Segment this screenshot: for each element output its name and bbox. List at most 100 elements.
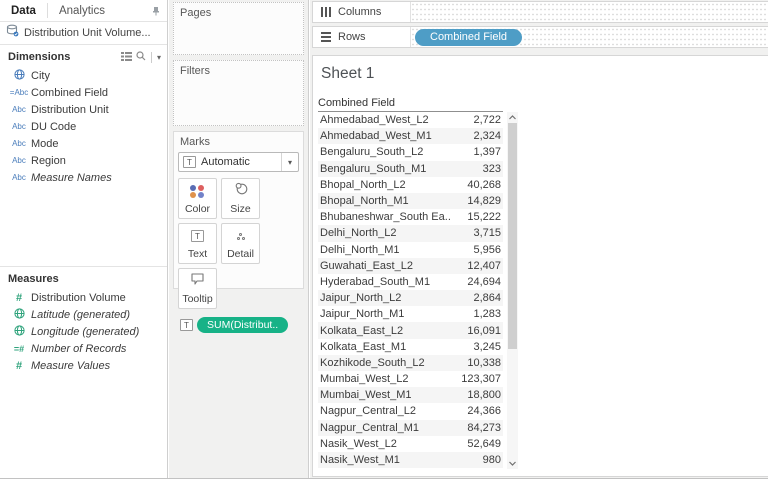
scroll-up-icon[interactable] (507, 112, 518, 123)
field-label: Distribution Volume (31, 291, 126, 304)
marks-card: Marks T Automatic ▾ Color Size T Text Detail… (173, 131, 304, 333)
color-dots-icon (190, 184, 205, 198)
table-row[interactable]: Ahmedabad_West_M1 2,324 (318, 128, 503, 145)
table-row[interactable]: Bhopal_North_M1 14,829 (318, 192, 503, 210)
row-header: Bengaluru_South_M1 (320, 162, 427, 175)
table-row[interactable]: Kolkata_East_M1 3,245 (318, 339, 503, 355)
field-label: Mode (31, 137, 59, 150)
view-as-list-icon[interactable] (120, 48, 132, 66)
cell-value: 5,956 (473, 243, 501, 256)
measures-section: Measures # Distribution Volume Latitude (g… (0, 266, 167, 374)
table-row[interactable]: Bengaluru_South_L2 1,397 (318, 144, 503, 160)
chevron-down-icon[interactable]: ▾ (281, 153, 298, 171)
field-label: City (31, 69, 50, 82)
abc-icon: Abc (12, 156, 26, 165)
table-row[interactable]: Ahmedabad_West_L2 2,722 (318, 112, 503, 128)
table-row[interactable]: Nagpur_Central_M1 84,273 (318, 419, 503, 436)
table-row[interactable]: Delhi_North_L2 3,715 (318, 225, 503, 242)
dimension-pill[interactable]: Combined Field (415, 28, 523, 46)
row-header: Nasik_West_M1 (320, 454, 400, 467)
columns-shelf-label: Columns (313, 2, 410, 22)
dimension-field[interactable]: Abc Distribution Unit (0, 101, 167, 118)
table-row[interactable]: Jaipur_North_M1 1,283 (318, 306, 503, 322)
measure-field[interactable]: # Distribution Volume (0, 289, 167, 306)
measure-field[interactable]: Latitude (generated) (0, 306, 167, 323)
table-row[interactable]: Mumbai_West_L2 123,307 (318, 371, 503, 387)
table-row[interactable]: Nasik_West_L2 52,649 (318, 436, 503, 452)
columns-drop-area[interactable] (410, 2, 768, 22)
table-row[interactable]: Guwahati_East_L2 12,407 (318, 257, 503, 274)
chevron-down-icon[interactable]: ▾ (157, 53, 161, 62)
row-header: Bhopal_North_L2 (320, 178, 406, 191)
dimension-field[interactable]: Abc Region (0, 152, 167, 169)
pin-icon[interactable] (152, 0, 160, 21)
scroll-down-icon[interactable] (507, 458, 518, 469)
table-column-header[interactable]: Combined Field (318, 97, 503, 112)
table-row[interactable]: Delhi_North_M1 5,956 (318, 242, 503, 258)
marks-size-button[interactable]: Size (221, 178, 260, 219)
cell-value: 15,222 (467, 211, 501, 224)
mark-type-dropdown[interactable]: T Automatic ▾ (178, 152, 299, 172)
measure-field[interactable]: =# Number of Records (0, 340, 167, 357)
pages-shelf[interactable]: Pages (173, 2, 304, 55)
row-header: Jaipur_North_L2 (320, 292, 402, 305)
measure-field[interactable]: Longitude (generated) (0, 323, 167, 340)
row-header: Mumbai_West_M1 (320, 389, 412, 402)
scrollbar-thumb[interactable] (508, 123, 517, 349)
hash-icon: # (15, 359, 23, 372)
dimension-field[interactable]: City (0, 67, 167, 84)
cell-value: 84,273 (467, 421, 501, 434)
vertical-scrollbar[interactable] (507, 112, 518, 469)
datasource-name: Distribution Unit Volume... (24, 27, 151, 39)
datasource-row[interactable]: Distribution Unit Volume... (0, 22, 167, 45)
calculated-field-icon: =Abc (9, 88, 29, 97)
marks-text-button[interactable]: T Text (178, 223, 217, 264)
search-icon[interactable] (136, 48, 146, 66)
marks-color-button[interactable]: Color (178, 178, 217, 219)
filters-label: Filters (180, 65, 210, 77)
mark-button-label: Tooltip (182, 293, 213, 305)
globe-icon (13, 306, 25, 324)
dimension-field[interactable]: Abc DU Code (0, 118, 167, 135)
measure-field[interactable]: # Measure Values (0, 357, 167, 374)
dimensions-header: Dimensions ▾ (0, 47, 167, 67)
table-row[interactable]: Hyderabad_South_M1 24,694 (318, 274, 503, 290)
table-row[interactable]: Nagpur_Central_L2 24,366 (318, 403, 503, 419)
table-row[interactable]: Kolkata_East_L2 16,091 (318, 322, 503, 339)
tab-data[interactable]: Data (0, 0, 47, 21)
marks-detail-button[interactable]: Detail (221, 223, 260, 264)
database-icon (6, 24, 19, 42)
marks-tooltip-button[interactable]: Tooltip (178, 268, 217, 309)
row-header: Bhopal_North_M1 (320, 195, 409, 208)
table-row[interactable]: Mumbai_West_M1 18,800 (318, 387, 503, 404)
cell-value: 52,649 (467, 437, 501, 450)
table-row[interactable]: Jaipur_North_L2 2,864 (318, 290, 503, 307)
cell-value: 1,283 (473, 308, 501, 321)
dimension-field[interactable]: =Abc Combined Field (0, 84, 167, 101)
rows-drop-area[interactable]: Combined Field (410, 27, 768, 47)
tab-analytics[interactable]: Analytics (48, 0, 116, 21)
filters-shelf[interactable]: Filters (173, 60, 304, 126)
measure-pill[interactable]: SUM(Distribut.. (197, 317, 289, 333)
table-row[interactable]: Kozhikode_South_L2 10,338 (318, 354, 503, 371)
pane-spacer (0, 186, 167, 266)
globe-icon (13, 67, 25, 85)
field-label: Combined Field (31, 86, 109, 99)
row-header: Kozhikode_South_L2 (320, 356, 425, 369)
row-header: Delhi_North_M1 (320, 243, 400, 256)
table-rows: Ahmedabad_West_L2 2,722 Ahmedabad_West_M1 2… (318, 112, 503, 469)
row-header: Nagpur_Central_M1 (320, 421, 420, 434)
row-header: Ahmedabad_West_M1 (320, 130, 432, 143)
table-row[interactable]: Nasik_West_M1 980 (318, 451, 503, 469)
row-header: Nasik_West_L2 (320, 437, 397, 450)
sheet-title[interactable]: Sheet 1 (313, 56, 768, 83)
dimension-field[interactable]: Abc Measure Names (0, 169, 167, 186)
cell-value: 3,715 (473, 227, 501, 240)
table-row[interactable]: Bhubaneshwar_South Ea.. 15,222 (318, 209, 503, 225)
field-label: Latitude (generated) (31, 308, 131, 321)
cell-value: 24,694 (467, 275, 501, 288)
dimension-field[interactable]: Abc Mode (0, 135, 167, 152)
table-row[interactable]: Bhopal_North_L2 40,268 (318, 177, 503, 193)
table-row[interactable]: Bengaluru_South_M1 323 (318, 160, 503, 177)
row-header: Kolkata_East_L2 (320, 324, 404, 337)
